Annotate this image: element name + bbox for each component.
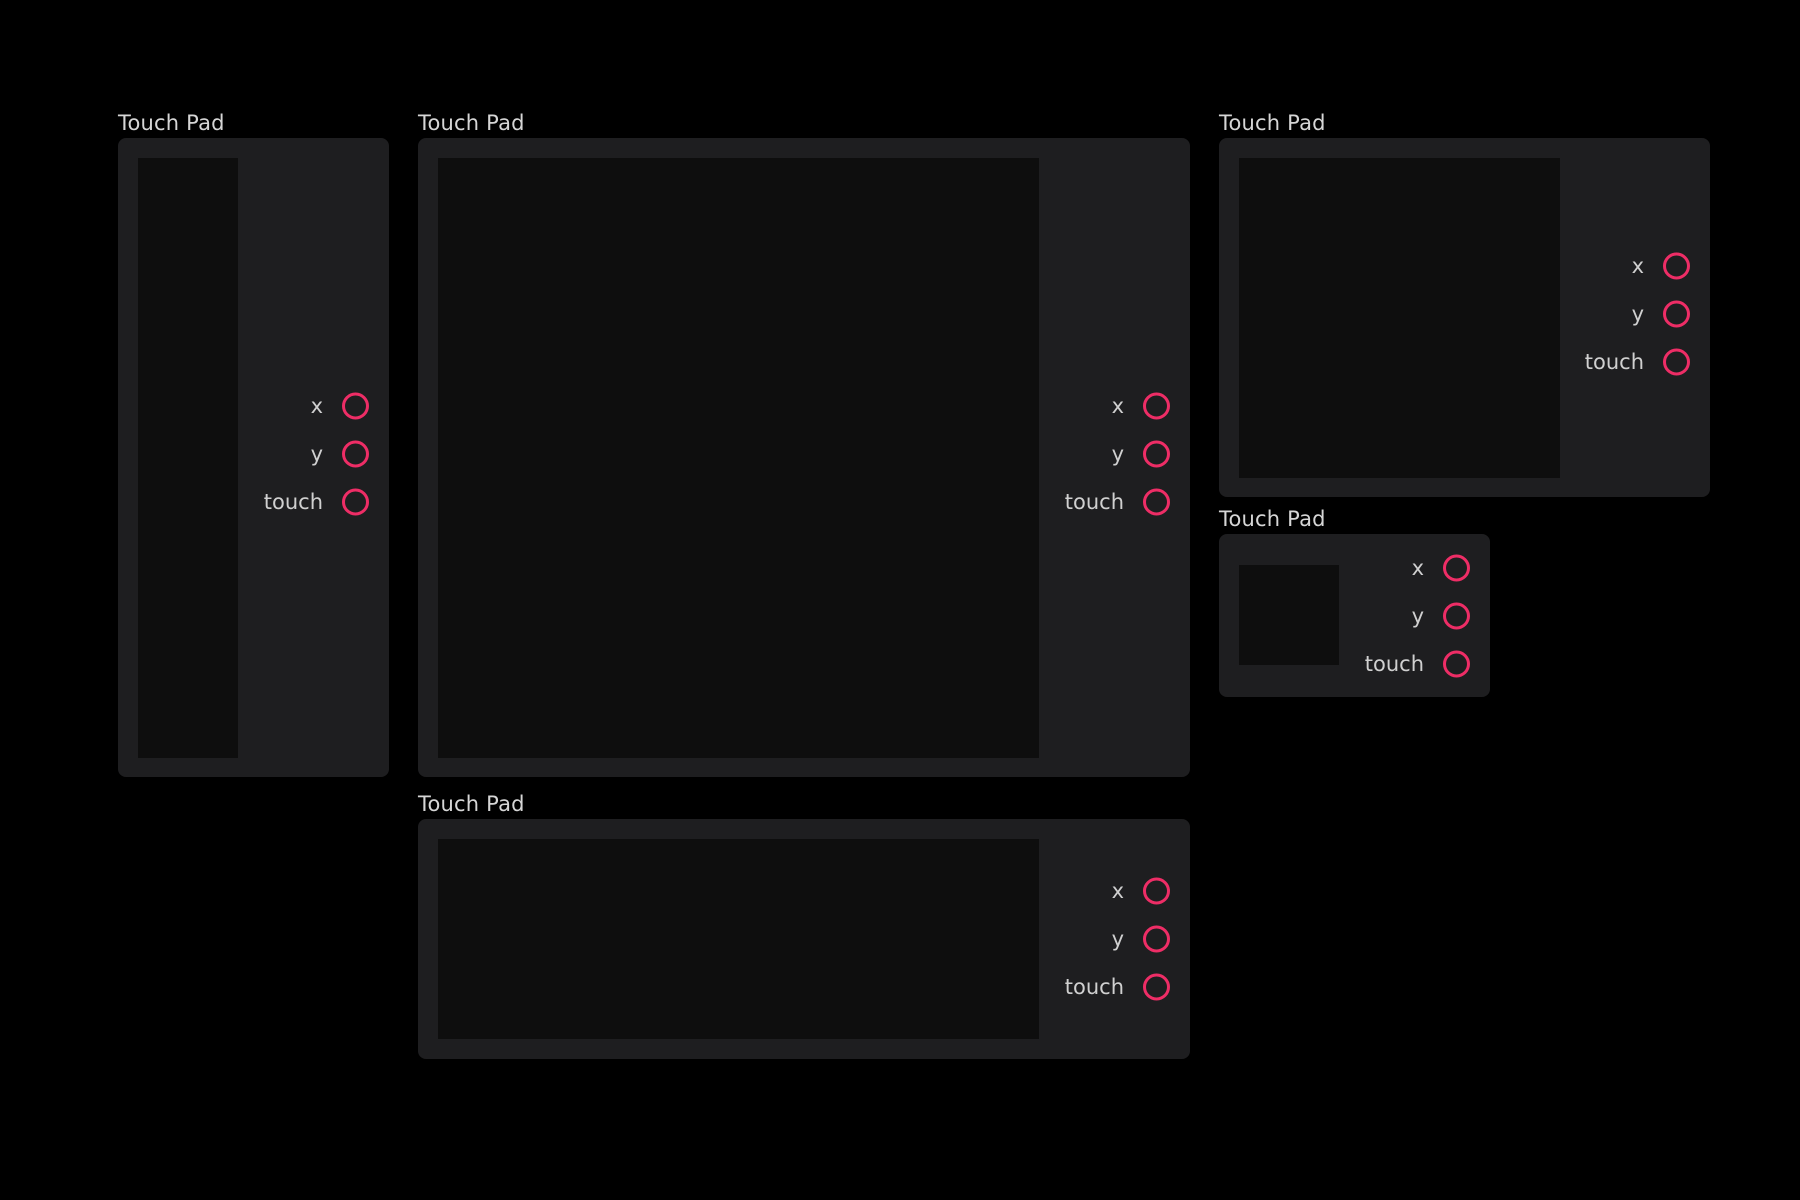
output-x: x <box>1286 544 1476 592</box>
module-panel: x y touch <box>118 138 389 777</box>
output-port-icon[interactable] <box>1663 300 1690 328</box>
output-port-icon[interactable] <box>1143 488 1170 516</box>
output-port-icon[interactable] <box>1143 925 1170 953</box>
output-port-icon[interactable] <box>1143 877 1170 905</box>
output-touch: touch <box>986 963 1176 1011</box>
output-y: y <box>185 430 375 478</box>
module-title: Touch Pad <box>418 792 525 816</box>
output-label: y <box>1631 302 1644 326</box>
output-port-icon[interactable] <box>1443 602 1470 630</box>
output-list: x y touch <box>986 382 1176 526</box>
output-label: x <box>310 394 323 418</box>
output-list: x y touch <box>986 867 1176 1011</box>
output-y: y <box>1506 290 1696 338</box>
output-label: touch <box>1364 652 1424 676</box>
module-title: Touch Pad <box>118 111 225 135</box>
module-panel: x y touch <box>1219 138 1710 497</box>
output-list: x y touch <box>1286 544 1476 688</box>
output-label: y <box>1111 442 1124 466</box>
touch-pad-surface[interactable] <box>438 158 1039 758</box>
output-touch: touch <box>1506 338 1696 386</box>
output-label: x <box>1111 394 1124 418</box>
output-x: x <box>1506 242 1696 290</box>
output-x: x <box>185 382 375 430</box>
module-title: Touch Pad <box>1219 507 1326 531</box>
output-y: y <box>986 430 1176 478</box>
module-title: Touch Pad <box>418 111 525 135</box>
output-list: x y touch <box>1506 242 1696 386</box>
output-label: y <box>310 442 323 466</box>
touch-pad-surface[interactable] <box>438 839 1039 1039</box>
output-port-icon[interactable] <box>1143 392 1170 420</box>
module-panel: x y touch <box>418 819 1190 1059</box>
output-port-icon[interactable] <box>1663 252 1690 280</box>
output-port-icon[interactable] <box>342 440 369 468</box>
module-panel: x y touch <box>418 138 1190 777</box>
output-x: x <box>986 867 1176 915</box>
output-port-icon[interactable] <box>342 488 369 516</box>
output-label: x <box>1111 879 1124 903</box>
output-port-icon[interactable] <box>1443 554 1470 582</box>
output-touch: touch <box>185 478 375 526</box>
output-x: x <box>986 382 1176 430</box>
output-label: touch <box>1584 350 1644 374</box>
output-touch: touch <box>986 478 1176 526</box>
output-label: y <box>1111 927 1124 951</box>
output-list: x y touch <box>185 382 375 526</box>
module-panel: x y touch <box>1219 534 1490 697</box>
output-port-icon[interactable] <box>1443 650 1470 678</box>
output-label: touch <box>1064 975 1124 999</box>
output-label: touch <box>263 490 323 514</box>
output-label: y <box>1411 604 1424 628</box>
output-y: y <box>986 915 1176 963</box>
output-label: x <box>1631 254 1644 278</box>
output-label: x <box>1411 556 1424 580</box>
output-port-icon[interactable] <box>1143 973 1170 1001</box>
output-port-icon[interactable] <box>1143 440 1170 468</box>
module-title: Touch Pad <box>1219 111 1326 135</box>
output-port-icon[interactable] <box>342 392 369 420</box>
output-y: y <box>1286 592 1476 640</box>
output-label: touch <box>1064 490 1124 514</box>
output-port-icon[interactable] <box>1663 348 1690 376</box>
output-touch: touch <box>1286 640 1476 688</box>
